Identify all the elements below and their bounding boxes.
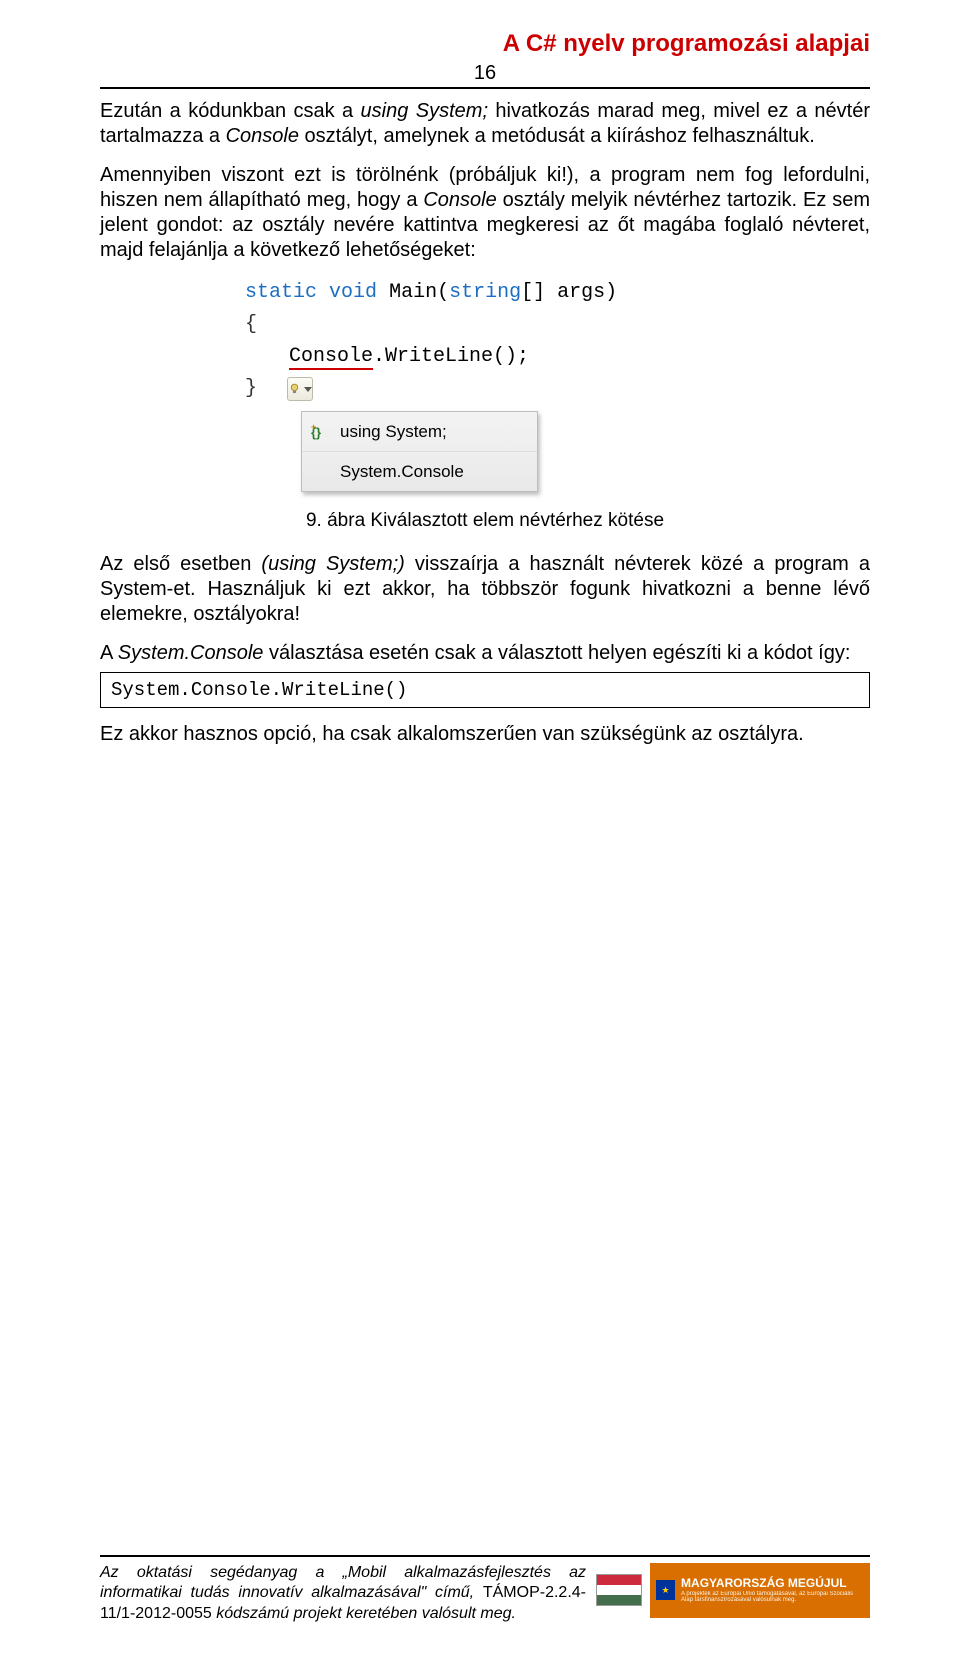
paragraph-5: Ez akkor hasznos opció, ha csak alkaloms…: [100, 722, 870, 747]
paragraph-2: Amennyiben viszont ezt is törölnénk (pró…: [100, 163, 870, 263]
code-line-2: {: [245, 309, 725, 341]
svg-text:+: +: [311, 423, 316, 432]
quick-action-popup: {}+ using System; System.Console: [301, 411, 538, 492]
footer-a: Az oktatási segédanyag a: [100, 1564, 343, 1581]
code-line-4: }: [245, 373, 725, 405]
para1-em1: using System;: [361, 100, 488, 122]
popup-item-using-system[interactable]: {}+ using System;: [302, 412, 537, 451]
code-screenshot: static void Main(string[] args) { Consol…: [245, 277, 725, 492]
footer-c: kódszámú projekt keretében valósult meg.: [212, 1605, 516, 1622]
page-footer: Az oktatási segédanyag a „Mobil alkalmaz…: [100, 1555, 870, 1625]
keyword-static: static: [245, 281, 317, 304]
paragraph-1: Ezután a kódunkban csak a using System; …: [100, 99, 870, 149]
figure-caption: 9. ábra Kiválasztott elem névtérhez köté…: [100, 510, 870, 532]
para1-c: osztályt, amelynek a metódusát a kiírásh…: [299, 125, 815, 147]
para3-a: Az első esetben: [100, 553, 261, 575]
para4-b: választása esetén csak a választott hely…: [263, 642, 850, 664]
para1-a: Ezután a kódunkban csak a: [100, 100, 361, 122]
call-text: .WriteLine();: [373, 345, 529, 368]
popup-label-2: System.Console: [340, 458, 464, 485]
footer-text: Az oktatási segédanyag a „Mobil alkalmaz…: [100, 1563, 586, 1625]
footer-badges: ★ MAGYARORSZÁG MEGÚJUL A projektek az Eu…: [596, 1563, 870, 1618]
banner-title: MAGYARORSZÁG MEGÚJUL: [681, 1577, 864, 1589]
keyword-void: void: [329, 281, 377, 304]
method-rest: [] args): [521, 281, 617, 304]
footer-b: című,: [426, 1584, 483, 1601]
method-name: Main(: [389, 281, 449, 304]
error-underline: Console: [289, 345, 373, 370]
banner-subtitle: A projektek az Európai Unió támogatásáva…: [681, 1591, 864, 1603]
close-brace: }: [245, 373, 257, 405]
para3-em: (using System;): [261, 553, 404, 575]
para1-em2: Console: [226, 125, 299, 147]
eu-banner: ★ MAGYARORSZÁG MEGÚJUL A projektek az Eu…: [650, 1563, 870, 1618]
namespace-add-icon: {}+: [310, 422, 330, 442]
header-rule: [100, 87, 870, 89]
paragraph-4: A System.Console választása esetén csak …: [100, 641, 870, 666]
paragraph-3: Az első esetben (using System;) visszaír…: [100, 552, 870, 627]
hungary-flag-icon: [596, 1574, 642, 1606]
popup-label-1: using System;: [340, 418, 447, 445]
page-number: 16: [100, 62, 870, 85]
lightbulb-icon: [288, 382, 301, 396]
footer-rule: [100, 1555, 870, 1557]
document-page: A C# nyelv programozási alapjai 16 Ezutá…: [0, 0, 960, 1663]
blank-icon: [310, 462, 330, 482]
popup-item-system-console[interactable]: System.Console: [302, 451, 537, 491]
chevron-down-icon: [304, 387, 312, 392]
code-box: System.Console.WriteLine(): [100, 672, 870, 708]
code-line-1: static void Main(string[] args): [245, 277, 725, 309]
para4-em: System.Console: [118, 642, 264, 664]
code-line-3: Console.WriteLine();: [289, 341, 725, 373]
keyword-string: string: [449, 281, 521, 304]
eu-flag-icon: ★: [656, 1580, 675, 1600]
document-title: A C# nyelv programozási alapjai: [100, 30, 870, 58]
smart-tag-button[interactable]: [287, 377, 313, 401]
para2-em1: Console: [423, 189, 496, 211]
para4-a: A: [100, 642, 118, 664]
